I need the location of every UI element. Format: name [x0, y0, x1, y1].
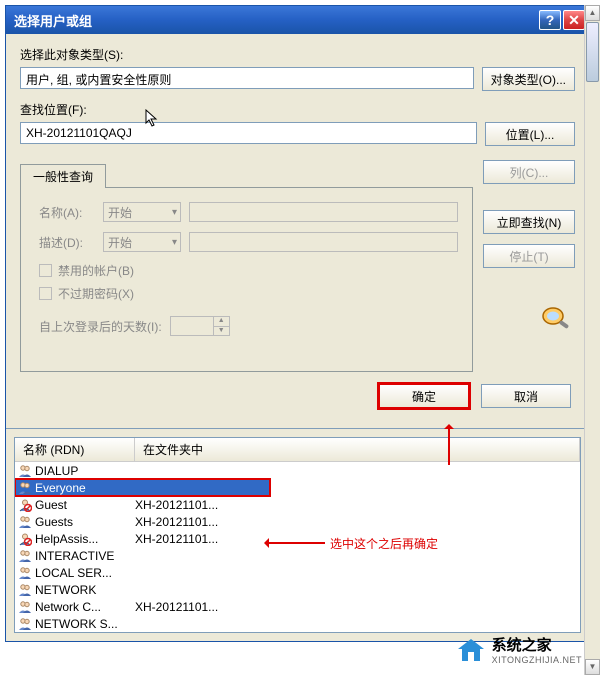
help-button[interactable]: ?: [539, 10, 561, 30]
column-name[interactable]: 名称 (RDN): [15, 438, 135, 461]
group-icon: [17, 481, 33, 495]
tab-container: 一般性查询 名称(A): 开始 描述(D): 开始: [20, 164, 473, 372]
list-item[interactable]: LOCAL SER...: [15, 564, 580, 581]
item-name: Guest: [35, 498, 135, 512]
group-icon: [17, 515, 33, 529]
watermark-brand: 系统之家: [492, 634, 582, 655]
results-area: 名称 (RDN) 在文件夹中 DIALUPEveryoneGuestXH-201…: [6, 428, 589, 633]
house-icon: [456, 637, 486, 663]
user-icon: [17, 532, 33, 546]
item-name: NETWORK: [35, 583, 135, 597]
titlebar[interactable]: 选择用户或组 ? ✕: [6, 6, 589, 34]
columns-button[interactable]: 列(C)...: [483, 160, 575, 184]
days-label: 自上次登录后的天数(I):: [39, 318, 162, 335]
item-name: Network C...: [35, 600, 135, 614]
group-icon: [17, 583, 33, 597]
cursor-icon: [145, 109, 161, 132]
group-icon: [17, 464, 33, 478]
annotation-arrow-ok: [448, 425, 450, 465]
location-button[interactable]: 位置(L)...: [485, 122, 575, 146]
disabled-accounts-checkbox[interactable]: [39, 264, 52, 277]
results-header[interactable]: 名称 (RDN) 在文件夹中: [15, 438, 580, 462]
item-name: Everyone: [35, 481, 135, 495]
annotation-arrow-row: [265, 542, 325, 544]
spin-up-icon[interactable]: ▲: [213, 317, 229, 327]
location-label: 查找位置(F):: [20, 101, 575, 118]
list-item[interactable]: Network C...XH-20121101...: [15, 598, 580, 615]
dialog-window: 选择用户或组 ? ✕ 选择此对象类型(S): 用户, 组, 或内置安全性原则 对…: [5, 5, 590, 642]
list-item[interactable]: DIALUP: [15, 462, 580, 479]
item-name: DIALUP: [35, 464, 135, 478]
find-now-button[interactable]: 立即查找(N): [483, 210, 575, 234]
cancel-button[interactable]: 取消: [481, 384, 571, 408]
desc-input[interactable]: [189, 232, 458, 252]
list-item[interactable]: NETWORK S...: [15, 615, 580, 632]
user-icon: [17, 498, 33, 512]
dialog-content: 选择此对象类型(S): 用户, 组, 或内置安全性原则 对象类型(O)... 查…: [6, 34, 589, 420]
desc-label: 描述(D):: [39, 234, 95, 251]
list-item[interactable]: INTERACTIVE: [15, 547, 580, 564]
watermark: 系统之家 XITONGZHIJIA.NET: [456, 634, 582, 665]
annotation-text: 选中这个之后再确定: [330, 535, 438, 552]
noexpire-password-label: 不过期密码(X): [58, 285, 134, 302]
item-name: Guests: [35, 515, 135, 529]
object-type-button[interactable]: 对象类型(O)...: [482, 67, 575, 91]
stop-button[interactable]: 停止(T): [483, 244, 575, 268]
list-item[interactable]: Everyone: [15, 479, 270, 496]
tab-general-query[interactable]: 一般性查询: [20, 164, 106, 188]
item-name: INTERACTIVE: [35, 549, 135, 563]
item-name: NETWORK S...: [35, 617, 135, 631]
disabled-accounts-label: 禁用的帐户(B): [58, 262, 134, 279]
spin-down-icon[interactable]: ▼: [213, 327, 229, 336]
group-icon: [17, 566, 33, 580]
list-item[interactable]: GuestXH-20121101...: [15, 496, 580, 513]
desc-combo[interactable]: 开始: [103, 232, 181, 252]
column-folder[interactable]: 在文件夹中: [135, 438, 580, 461]
list-item[interactable]: NETWORK: [15, 581, 580, 598]
results-list[interactable]: 名称 (RDN) 在文件夹中 DIALUPEveryoneGuestXH-201…: [14, 437, 581, 633]
group-icon: [17, 600, 33, 614]
item-folder: XH-20121101...: [135, 515, 580, 529]
item-folder: XH-20121101...: [135, 498, 580, 512]
list-item[interactable]: GuestsXH-20121101...: [15, 513, 580, 530]
name-combo[interactable]: 开始: [103, 202, 181, 222]
group-icon: [17, 617, 33, 631]
days-spinner[interactable]: ▲ ▼: [170, 316, 230, 336]
noexpire-password-checkbox[interactable]: [39, 287, 52, 300]
close-button[interactable]: ✕: [563, 10, 585, 30]
item-folder: XH-20121101...: [135, 600, 580, 614]
window-title: 选择用户或组: [10, 11, 537, 30]
name-label: 名称(A):: [39, 204, 95, 221]
item-name: HelpAssis...: [35, 532, 135, 546]
object-type-label: 选择此对象类型(S):: [20, 46, 575, 63]
tab-panel: 名称(A): 开始 描述(D): 开始 禁用的帐户(B): [20, 187, 473, 372]
search-icon: [539, 302, 575, 332]
item-name: LOCAL SER...: [35, 566, 135, 580]
list-item[interactable]: ora_dbaXH-20121101...: [15, 632, 580, 633]
group-icon: [17, 549, 33, 563]
object-type-field[interactable]: 用户, 组, 或内置安全性原则: [20, 67, 474, 89]
list-item[interactable]: HelpAssis...XH-20121101...: [15, 530, 580, 547]
ok-button[interactable]: 确定: [379, 384, 469, 408]
location-field[interactable]: XH-20121101QAQJ: [20, 122, 477, 144]
watermark-url: XITONGZHIJIA.NET: [492, 655, 582, 665]
name-input[interactable]: [189, 202, 458, 222]
